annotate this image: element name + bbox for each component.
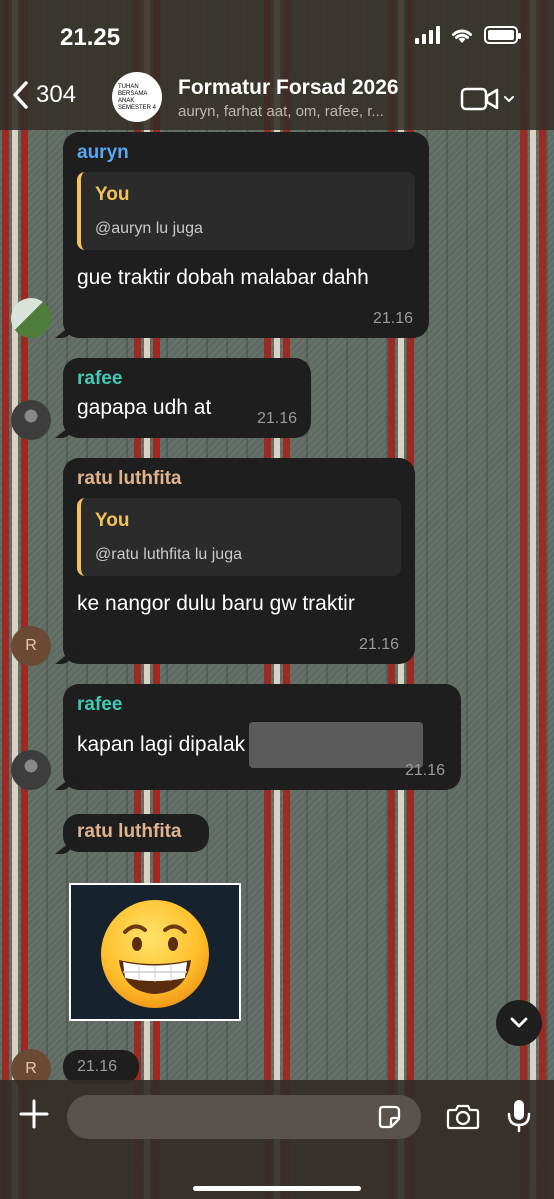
message-sender: ratu luthfita [77, 468, 182, 489]
sticker-icon [378, 1105, 401, 1129]
camera-icon [446, 1104, 480, 1130]
message-time: 21.16 [404, 762, 445, 779]
message-input[interactable] [67, 1095, 421, 1139]
message-text: ke nangor dulu baru gw traktir [77, 592, 355, 615]
video-call-icon [460, 87, 499, 111]
battery-icon [484, 26, 521, 44]
attach-button[interactable] [18, 1098, 50, 1135]
chat-header: 21.25 304 TUHAN BERSAMA ANAK SEMESTER 4 … [0, 0, 554, 130]
message-bubble[interactable]: rafee gapapa udh at 21.16 [55, 358, 311, 438]
sticker-button[interactable] [376, 1104, 402, 1135]
chevron-down-icon [504, 96, 514, 103]
video-call-button[interactable] [460, 86, 515, 112]
wifi-icon [452, 29, 472, 43]
chevron-down-icon [510, 1017, 528, 1028]
message-sender: ratu luthfita [77, 821, 182, 842]
microphone-icon [507, 1100, 531, 1133]
voice-message-button[interactable] [506, 1098, 532, 1139]
group-title[interactable]: Formatur Forsad 2026 [178, 76, 399, 100]
avatar[interactable] [11, 750, 51, 790]
chevron-left-icon [13, 81, 28, 109]
unread-count: 304 [36, 81, 77, 108]
message-bubble[interactable]: ratu luthfita You @ratu luthfita lu juga… [55, 458, 415, 664]
message-text: gue traktir dobah malabar dahh [77, 266, 369, 289]
composer-bar [0, 1080, 554, 1199]
message-text: kapan lagi dipalak [77, 733, 246, 756]
grinning-sweat-emoji-icon [101, 900, 209, 1008]
message-sender: auryn [77, 142, 129, 163]
message-bubble[interactable]: rafee kapan lagi dipalak 21.16 [55, 684, 461, 790]
sticker-message[interactable] [69, 883, 241, 1021]
message-bubble[interactable]: auryn You @auryn lu juga gue traktir dob… [55, 132, 429, 338]
status-time: 21.25 [60, 24, 121, 51]
scroll-to-bottom-button[interactable] [496, 1000, 542, 1046]
message-time: 21.16 [372, 310, 413, 327]
redacted-content [249, 722, 424, 768]
quoted-reply[interactable]: You @auryn lu juga [77, 172, 415, 250]
quote-text: @ratu luthfita lu juga [95, 546, 242, 563]
message-time: 21.16 [256, 410, 297, 427]
quote-author: You [95, 510, 130, 531]
group-avatar[interactable]: TUHAN BERSAMA ANAK SEMESTER 4 [112, 72, 162, 122]
wallpaper-stripe [0, 0, 30, 1199]
quoted-reply[interactable]: You @ratu luthfita lu juga [77, 498, 401, 576]
avatar[interactable]: R [11, 626, 51, 666]
group-members[interactable]: auryn, farhat aat, om, rafee, r... [178, 103, 438, 120]
avatar[interactable] [11, 400, 51, 440]
back-button[interactable]: 304 [12, 80, 76, 110]
sender-name-pill: ratu luthfita [55, 814, 209, 854]
message-time: 21.16 [77, 1058, 118, 1075]
avatar[interactable] [11, 298, 51, 338]
quote-text: @auryn lu juga [95, 220, 203, 237]
home-indicator[interactable] [193, 1186, 361, 1191]
quote-author: You [95, 184, 130, 205]
sticker-time-pill: 21.16 [63, 1050, 139, 1084]
cellular-signal-icon [415, 26, 440, 44]
camera-button[interactable] [446, 1102, 480, 1135]
plus-icon [19, 1099, 49, 1129]
message-sender: rafee [77, 694, 123, 715]
status-icons [415, 26, 521, 44]
message-time: 21.16 [358, 636, 399, 653]
message-sender: rafee [77, 368, 123, 389]
